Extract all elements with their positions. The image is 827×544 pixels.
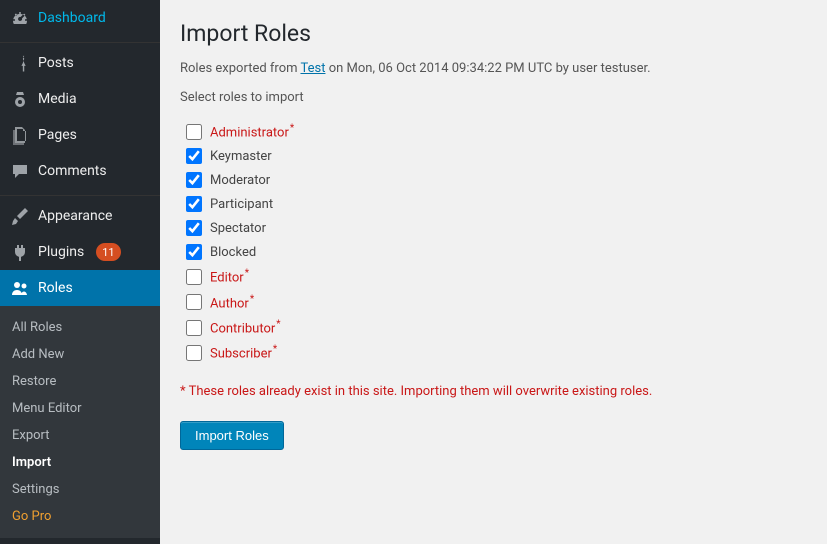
role-row: Author* bbox=[186, 290, 807, 315]
role-row: Spectator bbox=[186, 216, 807, 240]
submenu-item-add-new[interactable]: Add New bbox=[0, 341, 160, 368]
sidebar-item-appearance[interactable]: Appearance bbox=[0, 198, 160, 234]
menu-label: Posts bbox=[38, 55, 74, 71]
meta-suffix: on Mon, 06 Oct 2014 09:34:22 PM UTC by u… bbox=[325, 61, 650, 76]
brush-icon bbox=[10, 206, 30, 226]
pin-icon bbox=[10, 53, 30, 73]
role-checkbox[interactable] bbox=[186, 148, 202, 164]
meta-prefix: Roles exported from bbox=[180, 61, 300, 76]
role-checkbox[interactable] bbox=[186, 244, 202, 260]
media-icon bbox=[10, 89, 30, 109]
sidebar-item-comments[interactable]: Comments bbox=[0, 153, 160, 189]
overwrite-warning: * These roles already exist in this site… bbox=[180, 384, 807, 399]
submenu-item-restore[interactable]: Restore bbox=[0, 368, 160, 395]
role-checkbox[interactable] bbox=[186, 345, 202, 361]
role-label[interactable]: Contributor* bbox=[210, 319, 281, 336]
menu-label: Pages bbox=[38, 127, 77, 143]
submenu-item-all-roles[interactable]: All Roles bbox=[0, 314, 160, 341]
sidebar-item-dashboard[interactable]: Dashboard bbox=[0, 0, 160, 36]
submenu-item-import[interactable]: Import bbox=[0, 449, 160, 476]
role-list: Administrator* Keymaster Moderator Particip… bbox=[186, 119, 807, 366]
users-icon bbox=[10, 278, 30, 298]
sidebar-item-pages[interactable]: Pages bbox=[0, 117, 160, 153]
role-row: Blocked bbox=[186, 240, 807, 264]
menu-separator bbox=[0, 191, 160, 196]
sidebar-item-posts[interactable]: Posts bbox=[0, 45, 160, 81]
role-label[interactable]: Subscriber* bbox=[210, 344, 277, 361]
page-title: Import Roles bbox=[180, 20, 807, 47]
role-checkbox[interactable] bbox=[186, 172, 202, 188]
menu-label: Appearance bbox=[38, 208, 112, 224]
plugin-icon bbox=[10, 242, 30, 262]
sidebar-item-plugins[interactable]: Plugins 11 bbox=[0, 234, 160, 270]
submenu-item-menu-editor[interactable]: Menu Editor bbox=[0, 395, 160, 422]
page-icon bbox=[10, 125, 30, 145]
admin-sidebar: Dashboard Posts Media Pages Comments App… bbox=[0, 0, 160, 544]
dashboard-icon bbox=[10, 8, 30, 28]
submenu-item-go-pro[interactable]: Go Pro bbox=[0, 503, 160, 530]
exists-asterisk: * bbox=[250, 294, 254, 305]
sidebar-item-media[interactable]: Media bbox=[0, 81, 160, 117]
sidebar-submenu: All Roles Add New Restore Menu Editor Ex… bbox=[0, 306, 160, 538]
role-label[interactable]: Spectator bbox=[210, 221, 266, 236]
submenu-item-export[interactable]: Export bbox=[0, 422, 160, 449]
exists-asterisk: * bbox=[276, 319, 280, 330]
menu-label: Media bbox=[38, 91, 77, 107]
role-label[interactable]: Participant bbox=[210, 197, 273, 212]
role-row: Subscriber* bbox=[186, 340, 807, 365]
role-label[interactable]: Blocked bbox=[210, 245, 256, 260]
role-label[interactable]: Keymaster bbox=[210, 149, 272, 164]
role-label[interactable]: Editor* bbox=[210, 268, 249, 285]
sidebar-item-roles[interactable]: Roles bbox=[0, 270, 160, 306]
role-row: Keymaster bbox=[186, 144, 807, 168]
submenu-item-settings[interactable]: Settings bbox=[0, 476, 160, 503]
comment-icon bbox=[10, 161, 30, 181]
exists-asterisk: * bbox=[245, 268, 249, 279]
role-label[interactable]: Moderator bbox=[210, 173, 270, 188]
role-row: Contributor* bbox=[186, 315, 807, 340]
export-meta: Roles exported from Test on Mon, 06 Oct … bbox=[180, 61, 807, 76]
role-checkbox[interactable] bbox=[186, 269, 202, 285]
role-row: Participant bbox=[186, 192, 807, 216]
source-site-link[interactable]: Test bbox=[300, 61, 325, 76]
menu-label: Comments bbox=[38, 163, 107, 179]
menu-label: Plugins bbox=[38, 244, 84, 260]
role-checkbox[interactable] bbox=[186, 196, 202, 212]
menu-label: Dashboard bbox=[38, 10, 106, 26]
menu-label: Roles bbox=[38, 280, 73, 296]
exists-asterisk: * bbox=[290, 123, 294, 134]
role-checkbox[interactable] bbox=[186, 294, 202, 310]
role-label[interactable]: Administrator* bbox=[210, 123, 294, 140]
role-row: Administrator* bbox=[186, 119, 807, 144]
exists-asterisk: * bbox=[273, 344, 277, 355]
role-checkbox[interactable] bbox=[186, 220, 202, 236]
role-checkbox[interactable] bbox=[186, 124, 202, 140]
instruction-text: Select roles to import bbox=[180, 90, 807, 105]
import-roles-button[interactable]: Import Roles bbox=[180, 421, 284, 450]
role-label[interactable]: Author* bbox=[210, 294, 254, 311]
role-checkbox[interactable] bbox=[186, 320, 202, 336]
plugins-badge: 11 bbox=[96, 243, 120, 261]
role-row: Editor* bbox=[186, 264, 807, 289]
menu-separator bbox=[0, 38, 160, 43]
main-content: Import Roles Roles exported from Test on… bbox=[160, 0, 827, 544]
role-row: Moderator bbox=[186, 168, 807, 192]
